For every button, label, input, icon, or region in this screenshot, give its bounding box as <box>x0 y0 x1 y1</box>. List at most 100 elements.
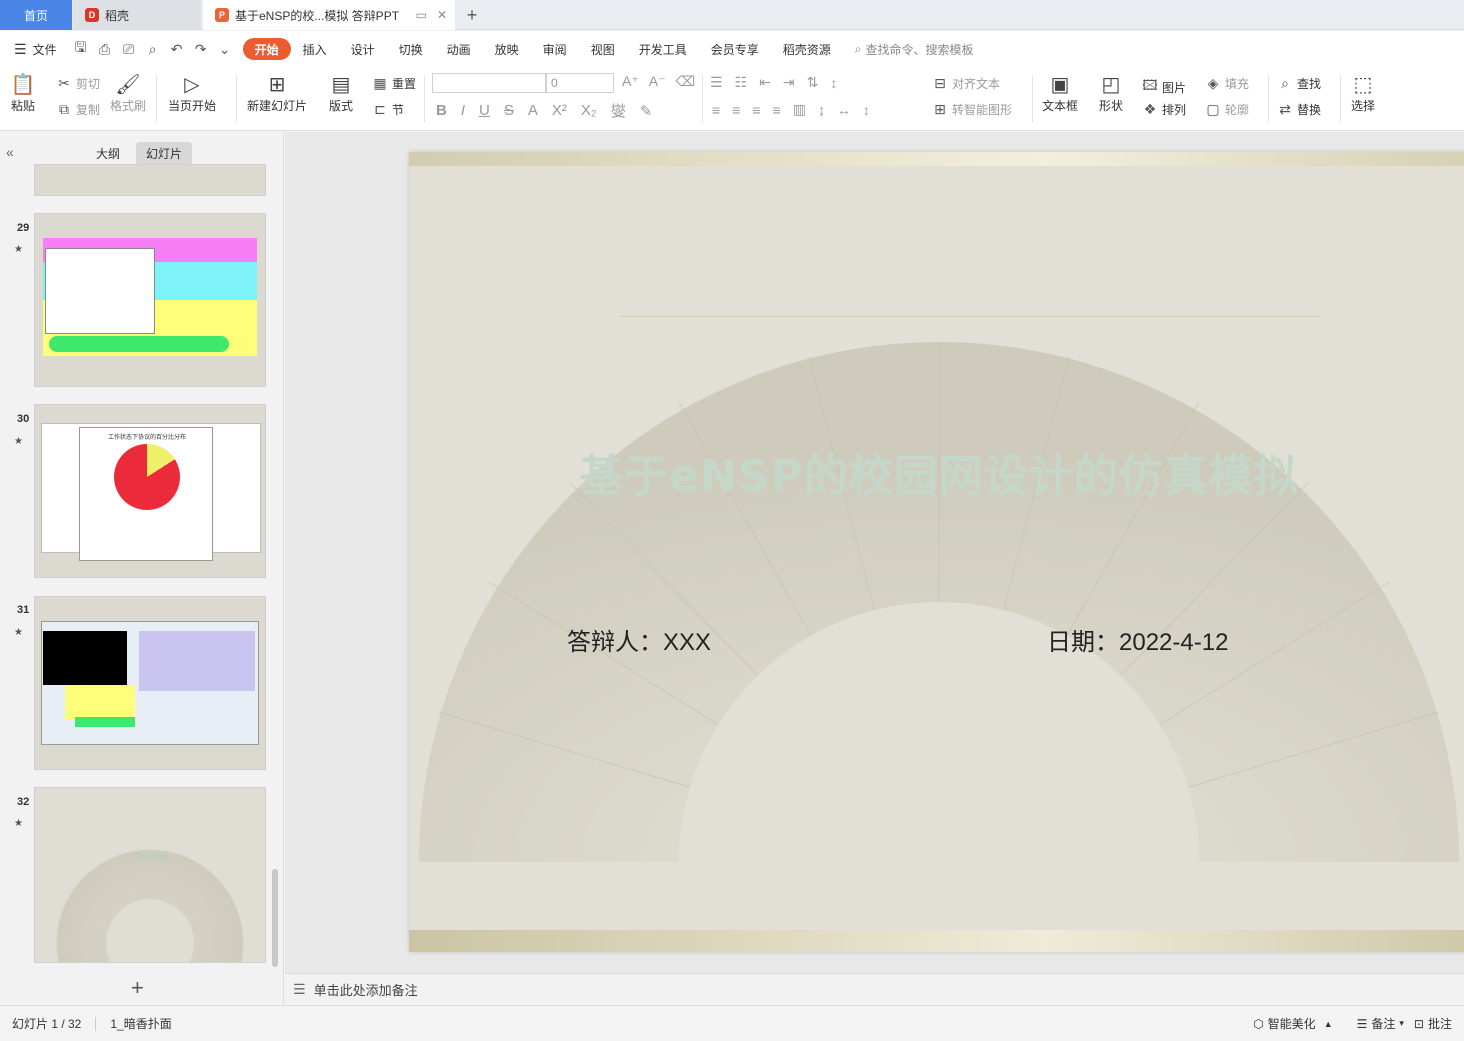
fill-bucket-icon: ◈ <box>1207 75 1219 91</box>
ribbon-divider <box>1032 75 1033 123</box>
layout-icon: ▤ <box>331 73 351 96</box>
menu-view[interactable]: 视图 <box>579 38 627 60</box>
picture-label: 图片 <box>1162 80 1187 95</box>
slide-title[interactable]: 基于eNSP的校园网设计的仿真模拟 <box>409 440 1464 504</box>
smart-beautify-button[interactable]: ⬡ 智能美化 ▲ <box>1253 1015 1332 1032</box>
line-spacing-icon[interactable]: ↕ <box>830 75 837 91</box>
tab-slides[interactable]: 幻灯片 <box>136 142 193 165</box>
slide-thumbnail-30[interactable]: 工作状态下协议的百分比分布 <box>34 404 266 578</box>
clear-format-icon[interactable]: ⌫ <box>675 73 695 90</box>
theme-name[interactable]: 1_暗香扑面 <box>110 1015 171 1032</box>
export-pdf-icon[interactable]: ⎙ <box>93 38 117 60</box>
numbered-list-icon[interactable]: ☷ <box>735 74 748 91</box>
align-center-icon[interactable]: ≡ <box>732 102 740 118</box>
collapse-panel-icon[interactable]: « <box>6 144 14 160</box>
comments-button[interactable]: ⊡ 批注 <box>1414 1015 1452 1032</box>
phonetic-icon[interactable]: 燮 <box>611 100 626 121</box>
panel-scrollbar[interactable] <box>272 869 278 967</box>
monitor-icon[interactable]: ▭ <box>416 8 427 22</box>
copy-button[interactable]: ⧉ 复制 <box>56 101 100 118</box>
current-slide[interactable]: 基于eNSP的校园网设计的仿真模拟 答辩人：XXX 日期：2022-4-12 <box>409 152 1464 952</box>
picture-button[interactable]: 🖾 图片 <box>1142 75 1186 99</box>
menu-design[interactable]: 设计 <box>339 38 387 60</box>
play-from-current-button[interactable]: ▷ 当页开始 <box>168 71 216 114</box>
close-icon[interactable]: ✕ <box>437 8 447 22</box>
cut-button[interactable]: ✂ 剪切 <box>56 75 100 92</box>
slide-thumbnail-31[interactable] <box>34 596 266 770</box>
decrease-font-icon[interactable]: A⁻ <box>649 73 666 90</box>
menu-transition[interactable]: 切换 <box>387 38 435 60</box>
command-search[interactable]: ⌕ 查找命令、搜索模板 <box>855 41 974 58</box>
bullet-list-icon[interactable]: ☰ <box>710 74 723 91</box>
tab-document[interactable]: P 基于eNSP的校...模拟 答辩PPT ▭ ✕ <box>203 0 455 30</box>
new-slide-button[interactable]: ⊞ 新建幻灯片 <box>247 71 307 114</box>
textbox-button[interactable]: ▣ 文本框 <box>1042 71 1078 114</box>
slide-thumbnail-28[interactable] <box>34 164 266 196</box>
reset-button[interactable]: ▦ 重置 <box>372 75 416 92</box>
save-icon[interactable]: 🖫 <box>69 38 93 60</box>
customize-dropdown-icon[interactable]: ⌄ <box>213 38 237 60</box>
replace-icon: ⇄ <box>1279 101 1291 117</box>
italic-icon[interactable]: I <box>461 102 465 119</box>
paste-button[interactable]: 📋 粘贴 <box>10 71 36 114</box>
justify-icon[interactable]: ≡ <box>773 102 781 118</box>
align-right-icon[interactable]: ≡ <box>752 102 760 118</box>
slide-thumbnail-29[interactable] <box>34 213 266 387</box>
print-preview-icon[interactable]: ⌕ <box>141 38 165 60</box>
increase-font-icon[interactable]: A⁺ <box>622 73 639 90</box>
shape-button[interactable]: ◰ 形状 <box>1098 71 1124 114</box>
superscript-icon[interactable]: X² <box>552 102 567 119</box>
slide-thumbnail-32[interactable]: The End <box>34 787 266 963</box>
format-painter-button[interactable]: 🖌 格式刷 <box>110 71 146 114</box>
align-text-button[interactable]: ⊟ 对齐文本 <box>932 75 1000 92</box>
notes-toggle-button[interactable]: ☰ 备注 ▾ <box>1357 1015 1404 1032</box>
add-slide-button[interactable]: + <box>131 975 144 1001</box>
date-text[interactable]: 日期：2022-4-12 <box>1047 622 1228 657</box>
decrease-indent-icon[interactable]: ⇤ <box>759 74 771 91</box>
line-height-icon[interactable]: ↕ <box>863 102 870 118</box>
increase-indent-icon[interactable]: ⇥ <box>783 74 795 91</box>
menu-slideshow[interactable]: 放映 <box>483 38 531 60</box>
subscript-icon[interactable]: X₂ <box>581 102 597 119</box>
distribute-icon[interactable]: ▥ <box>793 101 806 118</box>
menu-animation[interactable]: 动画 <box>435 38 483 60</box>
menu-review[interactable]: 审阅 <box>531 38 579 60</box>
font-family-select[interactable] <box>432 73 546 93</box>
replace-button[interactable]: ⇄ 替换 <box>1277 101 1321 118</box>
menu-daoke-resources[interactable]: 稻壳资源 <box>771 38 843 60</box>
outline-button[interactable]: ▢ 轮廓 <box>1205 101 1249 118</box>
menu-developer[interactable]: 开发工具 <box>627 38 699 60</box>
menu-insert[interactable]: 插入 <box>291 38 339 60</box>
tab-home[interactable]: 首页 <box>0 0 72 30</box>
underline-icon[interactable]: U <box>479 102 490 119</box>
layout-button[interactable]: ▤ 版式 <box>328 71 354 114</box>
column-spacing-icon[interactable]: ↔ <box>837 102 851 118</box>
undo-icon[interactable]: ↶ <box>165 38 189 60</box>
text-direction-icon[interactable]: ⇅ <box>807 74 819 91</box>
arrange-button[interactable]: ❖ 排列 <box>1142 101 1186 118</box>
defender-text[interactable]: 答辩人：XXX <box>567 622 711 657</box>
fill-button[interactable]: ◈ 填充 <box>1205 75 1249 92</box>
align-text-icon: ⊟ <box>934 75 946 91</box>
bold-icon[interactable]: B <box>436 102 447 119</box>
file-menu[interactable]: ☰ 文件 <box>0 38 69 60</box>
new-tab-button[interactable]: + <box>462 0 482 30</box>
font-size-select[interactable]: 0 <box>546 73 614 93</box>
find-button[interactable]: ⌕ 查找 <box>1277 75 1321 92</box>
tab-daoke[interactable]: D 稻壳 <box>73 0 201 30</box>
redo-icon[interactable]: ↷ <box>189 38 213 60</box>
tab-outline[interactable]: 大纲 <box>86 142 130 165</box>
convert-smartart-button[interactable]: ⊞ 转智能图形 <box>932 101 1012 118</box>
fill-label: 填充 <box>1225 77 1250 91</box>
menu-home[interactable]: 开始 <box>242 38 291 60</box>
align-left-icon[interactable]: ≡ <box>712 102 720 118</box>
paragraph-spacing-icon[interactable]: ↨ <box>818 102 825 118</box>
print-icon[interactable]: ⎚ <box>117 38 141 60</box>
menu-member[interactable]: 会员专享 <box>699 38 771 60</box>
highlight-icon[interactable]: ✎ <box>640 102 653 120</box>
section-button[interactable]: ⊏ 节 <box>372 101 404 118</box>
strikethrough-icon[interactable]: S <box>504 102 514 119</box>
notes-area[interactable]: ☰ 单击此处添加备注 <box>285 973 1464 1005</box>
font-color-icon[interactable]: A <box>528 102 538 119</box>
select-button[interactable]: ⬚ 选择 <box>1350 71 1376 114</box>
